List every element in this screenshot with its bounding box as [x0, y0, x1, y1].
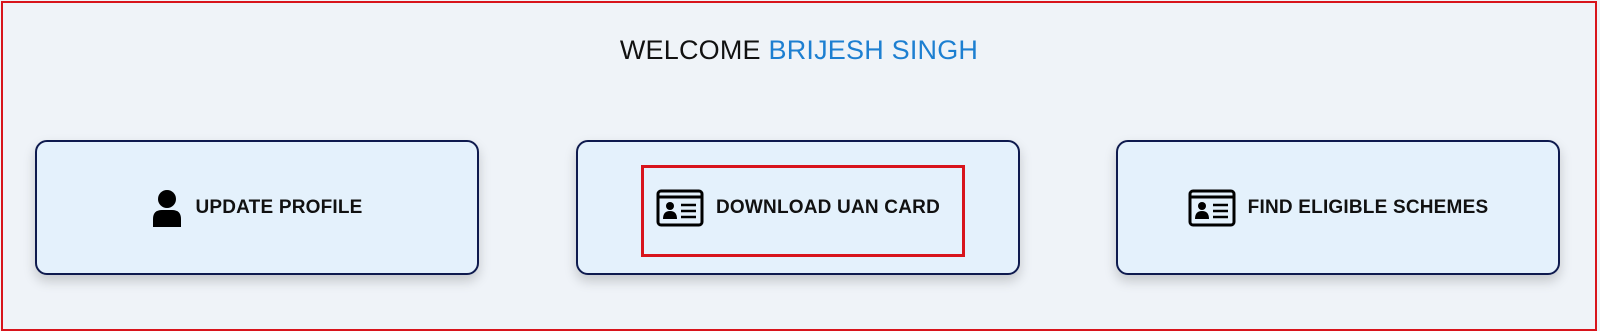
user-name: BRIJESH SINGH	[768, 35, 979, 65]
id-card-icon	[656, 189, 704, 227]
update-profile-button[interactable]: UPDATE PROFILE	[35, 140, 479, 275]
welcome-label: WELCOME	[619, 35, 761, 65]
user-icon	[151, 189, 183, 227]
update-profile-label: UPDATE PROFILE	[195, 196, 363, 218]
download-uan-card-button[interactable]: DOWNLOAD UAN CARD	[576, 140, 1020, 275]
welcome-heading: WELCOME BRIJESH SINGH	[3, 35, 1595, 66]
id-card-icon	[1188, 189, 1236, 227]
find-eligible-schemes-label: FIND ELIGIBLE SCHEMES	[1247, 196, 1489, 218]
find-eligible-schemes-button[interactable]: FIND ELIGIBLE SCHEMES	[1116, 140, 1560, 275]
download-uan-card-label: DOWNLOAD UAN CARD	[716, 196, 940, 218]
